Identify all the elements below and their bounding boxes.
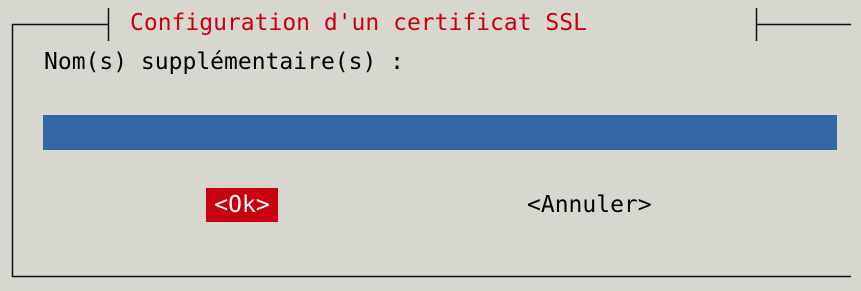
ok-button[interactable]: <Ok> <box>206 188 278 222</box>
dialog-title: Configuration d'un certificat SSL <box>130 10 587 36</box>
field-label: Nom(s) supplémentaire(s) : <box>44 49 405 75</box>
cancel-button[interactable]: <Annuler> <box>527 188 652 222</box>
additional-names-input[interactable] <box>43 115 837 150</box>
ssl-certificate-dialog: Configuration d'un certificat SSL Nom(s)… <box>0 0 861 291</box>
